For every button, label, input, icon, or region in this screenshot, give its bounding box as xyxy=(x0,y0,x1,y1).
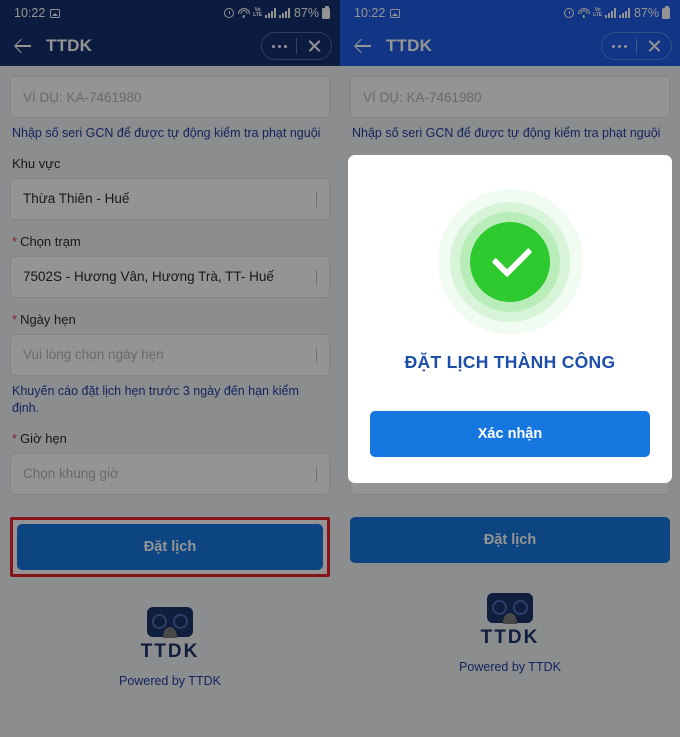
dialog-title: ĐẶT LỊCH THÀNH CÔNG xyxy=(404,352,616,372)
confirm-button[interactable]: Xác nhận xyxy=(370,411,650,457)
screenshot-pair: 10:22 Vo LTE 87% TTDK VÍ DỤ: KA-7461980 … xyxy=(0,0,680,737)
phone-screen-right: 10:22 Vo LTE 87% TTDK VÍ DỤ: KA-7461980 … xyxy=(340,0,680,737)
green-check-circle-icon xyxy=(437,189,583,334)
screenshot-dim-overlay xyxy=(0,0,340,737)
success-dialog: ĐẶT LỊCH THÀNH CÔNG Xác nhận xyxy=(348,155,672,483)
phone-screen-left: 10:22 Vo LTE 87% TTDK VÍ DỤ: KA-7461980 … xyxy=(0,0,340,737)
